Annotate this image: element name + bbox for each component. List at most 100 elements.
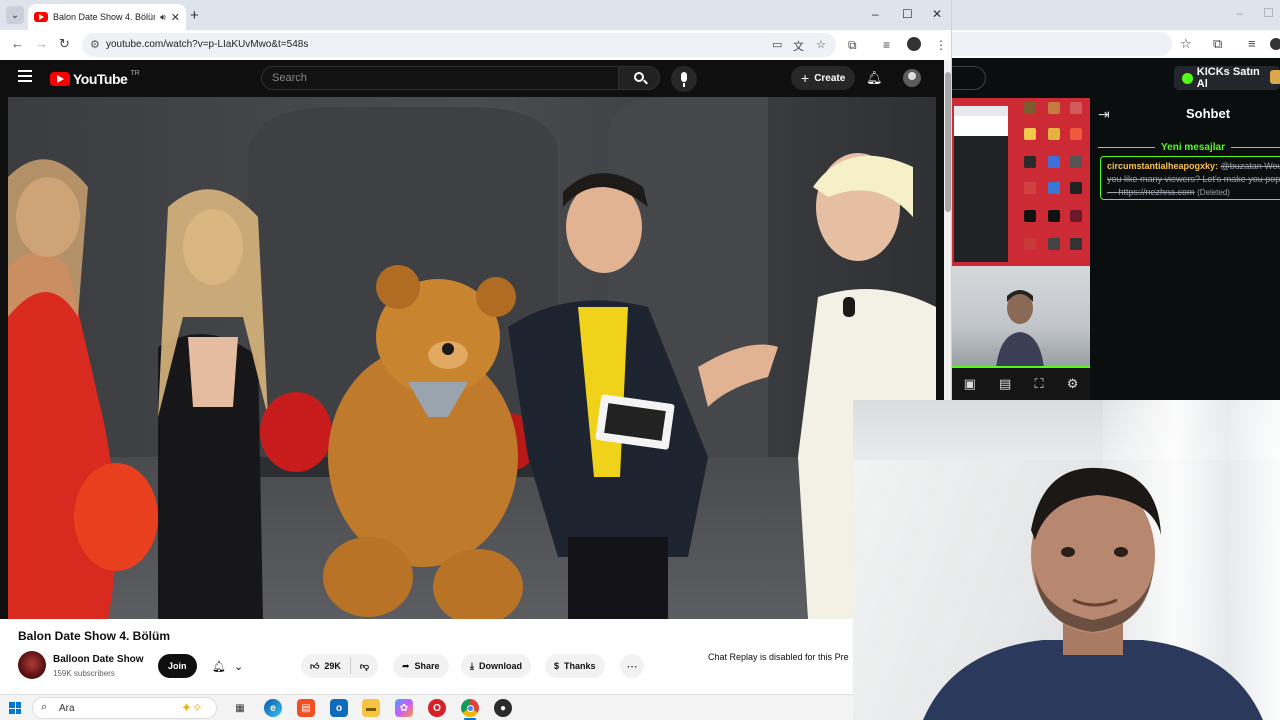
share-button[interactable]: ➦ Share <box>393 654 449 678</box>
outlook-icon[interactable]: o <box>330 699 348 717</box>
join-button[interactable]: Join <box>158 654 197 678</box>
bookmark-star-icon[interactable]: ☆ <box>816 38 826 51</box>
reload-icon[interactable]: ↻ <box>59 36 70 52</box>
create-button[interactable]: + Create <box>791 66 856 90</box>
country-code: TR <box>130 69 140 77</box>
kicks-buy-button[interactable]: KICKs Satın Al <box>1174 66 1280 90</box>
plus-icon: + <box>801 70 810 86</box>
share-arrow-icon: ➦ <box>402 660 410 671</box>
settings-gear-icon[interactable]: ⚙ <box>1067 376 1079 392</box>
desktop-icon <box>1070 102 1082 114</box>
chat-replay-notice: Chat Replay is disabled for this Pre <box>708 652 849 662</box>
youtube-play-icon <box>50 72 70 86</box>
site-info-icon[interactable]: ⚙ <box>90 38 100 51</box>
search-highlight-icon[interactable]: ✦✧ <box>181 700 203 716</box>
speaker-icon[interactable]: 🔊︎ <box>160 12 166 23</box>
video-details: Balon Date Show 4. Bölüm Balloon Date Sh… <box>0 619 944 694</box>
maximize-button[interactable]: ☐ <box>902 7 913 21</box>
captured-browser-thumbnail <box>954 106 1008 262</box>
search-icon: ⌕ <box>41 701 48 713</box>
youtube-masthead: YouTube TR + Create 🔔︎ <box>0 60 944 97</box>
camera-toggle-icon[interactable]: ▣ <box>964 376 976 392</box>
background-toolbar: ☆ ⧉ ≡ <box>942 30 1280 58</box>
notification-settings-button[interactable]: 🔔︎ ⌄ <box>205 654 251 678</box>
download-arrow-icon: ⤓ <box>470 660 474 671</box>
youtube-logo[interactable]: YouTube TR <box>50 69 140 87</box>
taskbar-search-label: Ara <box>59 703 75 714</box>
tab-search-button[interactable]: ⌄ <box>6 6 24 24</box>
chat-message-text-cont: you like many viewers? Let's make you po… <box>1107 174 1280 184</box>
collapse-chat-icon[interactable]: ⇥ <box>1098 106 1110 123</box>
taskbar-search-box[interactable]: ⌕ Ara ✦✧ <box>32 697 217 719</box>
file-explorer-icon[interactable]: ▬ <box>362 699 380 717</box>
hamburger-menu-icon[interactable] <box>18 70 32 82</box>
profile-avatar[interactable] <box>907 37 921 51</box>
desktop-icon <box>1070 182 1082 194</box>
minimize-icon[interactable]: – <box>1237 6 1244 20</box>
chat-message-link: — https://nezhna.com <box>1107 187 1195 197</box>
extensions-icon[interactable]: ⧉ <box>1213 36 1222 52</box>
notifications-bell-icon[interactable]: 🔔︎ <box>866 70 883 86</box>
search-input[interactable] <box>272 67 612 89</box>
layout-icon[interactable]: ▤ <box>999 376 1011 392</box>
download-label: Download <box>478 661 522 671</box>
chat-message[interactable]: circumstantialheapogxky: @buzatan Wou yo… <box>1100 156 1280 200</box>
reading-list-icon[interactable]: ≡ <box>883 38 890 52</box>
desktop-icon <box>1024 182 1036 194</box>
windows-start-icon[interactable] <box>9 702 21 714</box>
scrollbar-thumb[interactable] <box>945 72 951 212</box>
kick-extension-icon[interactable] <box>1270 70 1280 84</box>
kicks-buy-label: KICKs Satın Al <box>1196 66 1260 90</box>
forward-arrow-icon[interactable]: → <box>35 36 48 51</box>
channel-avatar[interactable] <box>18 651 46 679</box>
minimize-button[interactable]: – <box>872 7 879 21</box>
fullscreen-icon[interactable]: ⛶ <box>1034 376 1043 392</box>
opera-icon[interactable]: O <box>428 699 446 717</box>
back-arrow-icon[interactable]: ← <box>11 36 24 51</box>
new-tab-button[interactable]: + <box>190 7 199 24</box>
video-player[interactable] <box>8 97 936 619</box>
subscriber-count: 159K subscribers <box>53 669 115 678</box>
desktop-icon <box>1070 210 1082 222</box>
voice-search-button[interactable] <box>671 66 697 92</box>
more-menu-icon[interactable]: ⋮ <box>935 38 947 52</box>
edge-icon[interactable]: e <box>264 699 282 717</box>
extensions-icon[interactable]: ⧉ <box>848 38 857 53</box>
dislike-button[interactable]: 👎︎ <box>351 661 378 672</box>
like-dislike-group: 👍︎ 29K 👎︎ <box>301 654 379 678</box>
profile-icon[interactable] <box>1270 38 1280 50</box>
video-title: Balon Date Show 4. Bölüm <box>18 629 171 643</box>
thanks-button[interactable]: $ Thanks <box>545 654 605 678</box>
reading-list-icon[interactable]: ≡ <box>1248 36 1256 51</box>
download-button[interactable]: ⤓ Download <box>461 654 531 678</box>
close-tab-icon[interactable]: ✕ <box>171 11 180 24</box>
stream-screen-capture <box>952 98 1090 266</box>
background-omnibox[interactable] <box>942 32 1172 56</box>
obs-icon[interactable]: ● <box>494 699 512 717</box>
maximize-icon[interactable]: ☐ <box>1263 6 1274 20</box>
bell-icon: 🔔︎ <box>212 660 226 673</box>
search-button[interactable] <box>618 66 660 90</box>
bookmark-star-icon[interactable]: ☆ <box>1180 36 1192 52</box>
more-actions-button[interactable]: ⋯ <box>620 654 644 678</box>
like-count: 29K <box>324 661 341 671</box>
like-button[interactable]: 👍︎ 29K <box>310 658 351 674</box>
tab-title: Balon Date Show 4. Bölüm <box>53 12 156 22</box>
account-avatar[interactable] <box>903 69 921 87</box>
channel-name[interactable]: Balloon Date Show <box>53 654 144 665</box>
task-view-icon[interactable]: ▦ <box>231 699 249 717</box>
store-icon[interactable]: ▤ <box>297 699 315 717</box>
close-window-button[interactable]: ✕ <box>932 7 942 21</box>
chat-username[interactable]: circumstantialheapogxky: <box>1107 161 1218 171</box>
copilot-icon[interactable]: ✿ <box>395 699 413 717</box>
url-text[interactable]: youtube.com/watch?v=p-LIaKUvMwo&t=548s <box>106 39 308 50</box>
translate-icon[interactable]: 文 <box>793 38 804 54</box>
search-box <box>261 66 619 90</box>
browser-toolbar: ← → ↻ ⚙ youtube.com/watch?v=p-LIaKUvMwo&… <box>0 30 951 60</box>
address-bar[interactable]: ⚙ youtube.com/watch?v=p-LIaKUvMwo&t=548s… <box>82 33 836 57</box>
video-frame <box>8 97 936 619</box>
chrome-icon[interactable] <box>461 699 479 717</box>
cast-icon[interactable]: ▭ <box>772 38 782 51</box>
tab-youtube[interactable]: Balon Date Show 4. Bölüm 🔊︎ ✕ <box>28 4 186 30</box>
desktop-icon <box>1048 156 1060 168</box>
